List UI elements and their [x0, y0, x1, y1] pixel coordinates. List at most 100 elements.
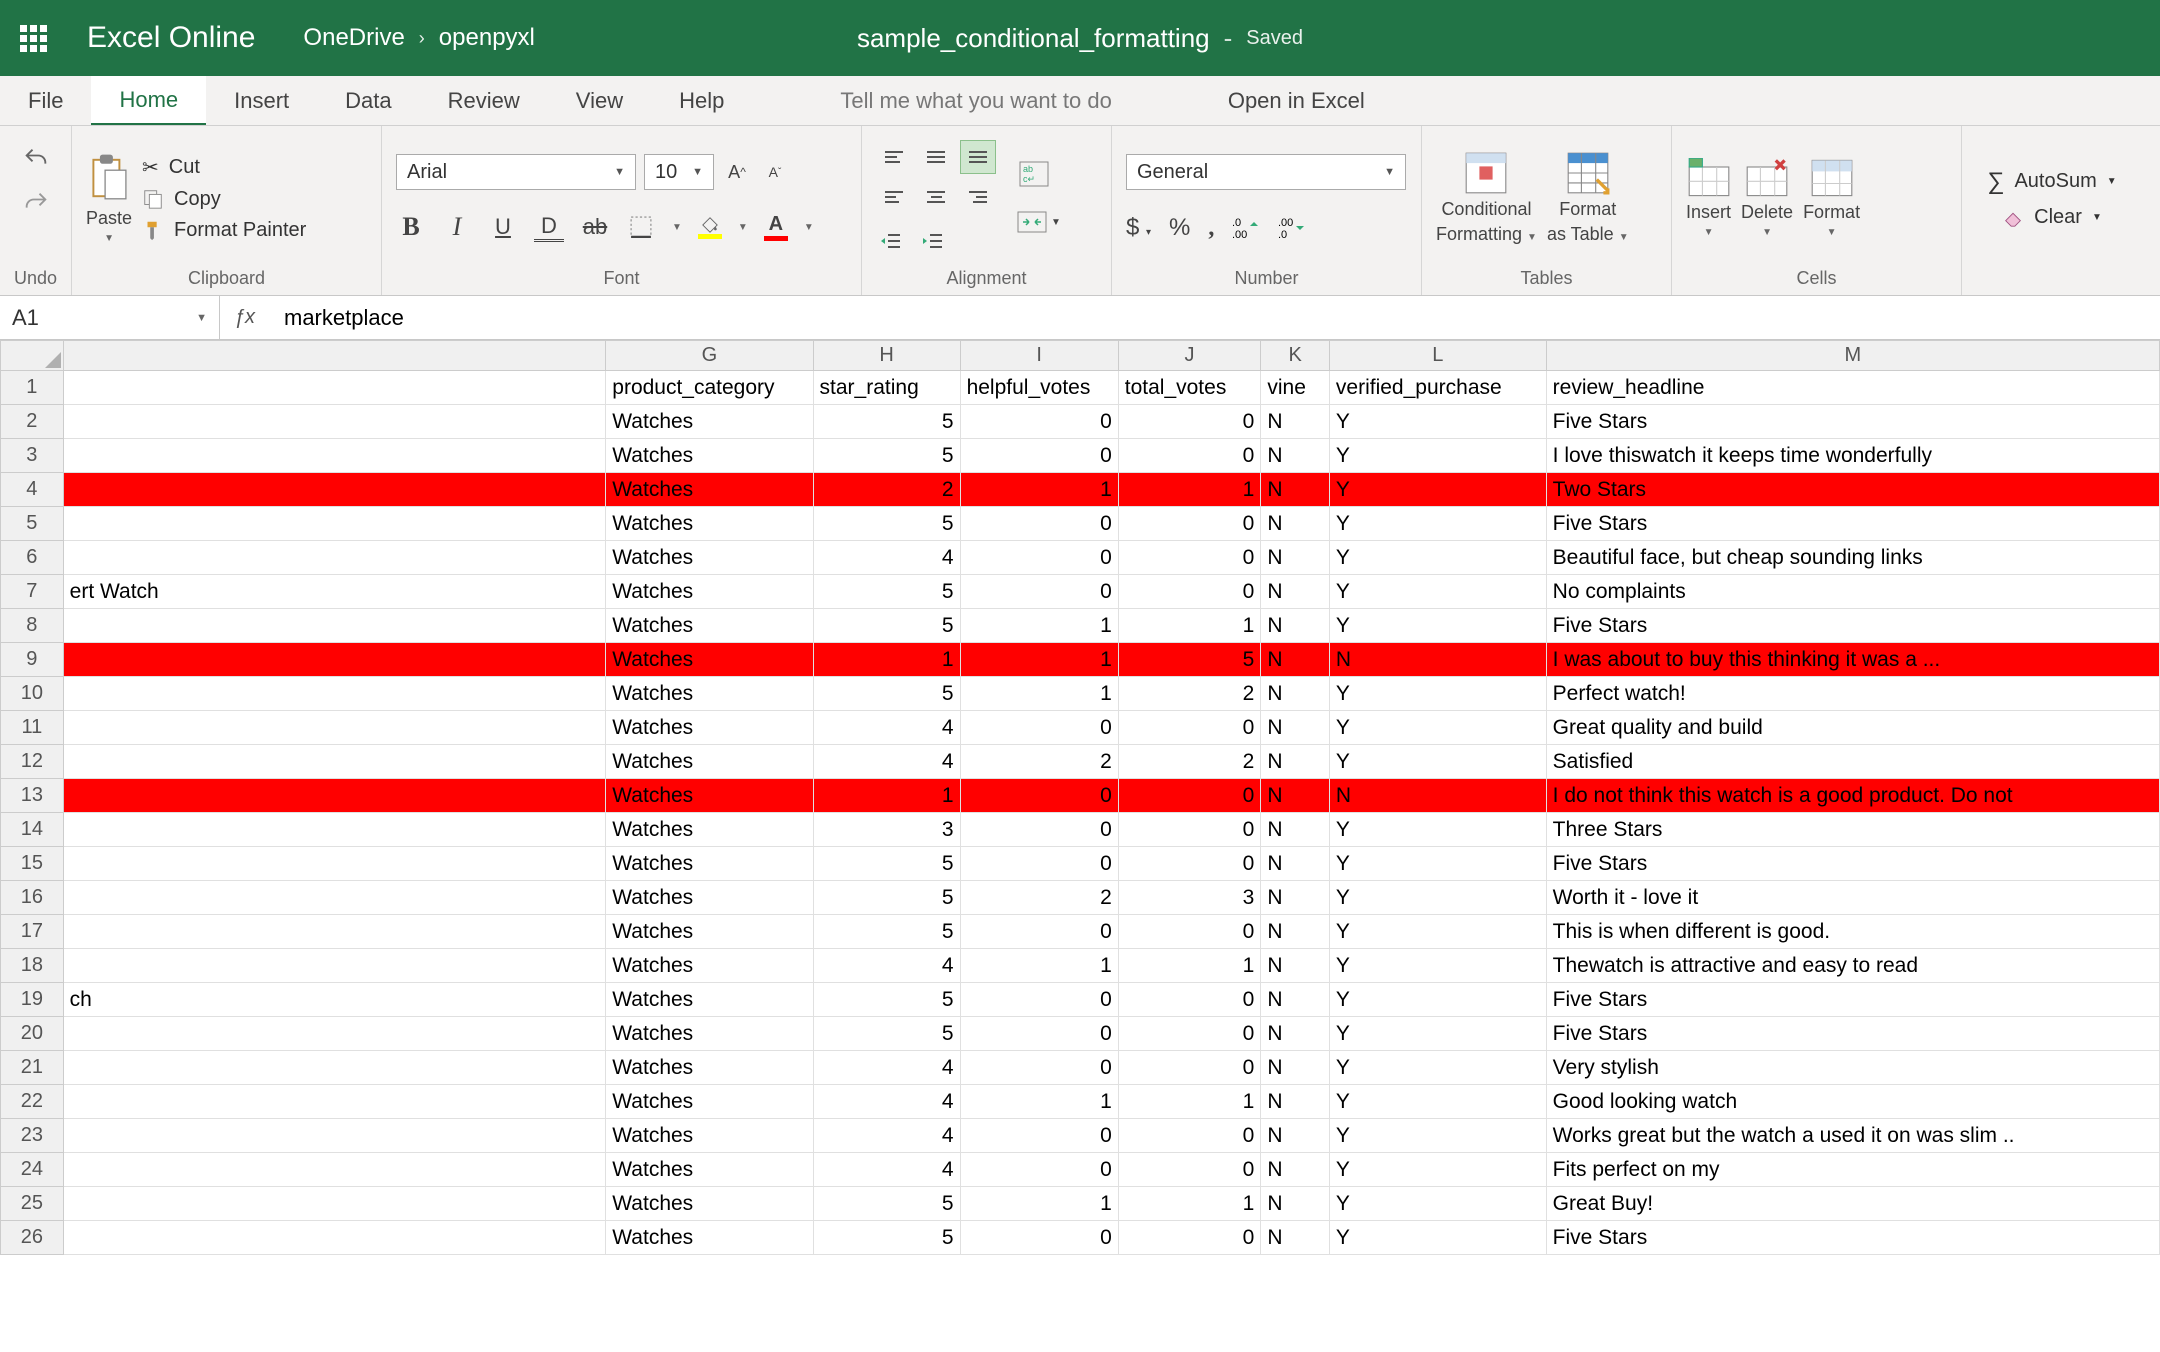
- cell[interactable]: 5: [1118, 643, 1261, 677]
- row-header[interactable]: 5: [1, 507, 64, 541]
- paste-button[interactable]: Paste ▼: [86, 152, 132, 244]
- cell[interactable]: [63, 1119, 606, 1153]
- cell[interactable]: Y: [1329, 405, 1546, 439]
- cell[interactable]: N: [1261, 1085, 1330, 1119]
- cell[interactable]: N: [1261, 949, 1330, 983]
- borders-button[interactable]: [626, 212, 656, 242]
- cell[interactable]: Y: [1329, 949, 1546, 983]
- cell[interactable]: N: [1261, 1153, 1330, 1187]
- cell[interactable]: 5: [813, 1221, 960, 1255]
- column-header[interactable]: J: [1118, 341, 1261, 371]
- cell[interactable]: Five Stars: [1546, 405, 2159, 439]
- cell[interactable]: Watches: [606, 949, 813, 983]
- cell[interactable]: N: [1261, 1221, 1330, 1255]
- strikethrough-button[interactable]: ab: [580, 212, 610, 242]
- cell[interactable]: Three Stars: [1546, 813, 2159, 847]
- cell[interactable]: [63, 915, 606, 949]
- cell[interactable]: helpful_votes: [960, 371, 1118, 405]
- cell[interactable]: [63, 847, 606, 881]
- cell[interactable]: N: [1261, 915, 1330, 949]
- cell[interactable]: N: [1261, 779, 1330, 813]
- cell[interactable]: [63, 1085, 606, 1119]
- format-cells-button[interactable]: Format ▼: [1803, 158, 1860, 238]
- decrease-decimal-button[interactable]: .00.0: [1278, 216, 1306, 240]
- cell[interactable]: 5: [813, 405, 960, 439]
- cell[interactable]: N: [1261, 1187, 1330, 1221]
- row-header[interactable]: 2: [1, 405, 64, 439]
- row-header[interactable]: 8: [1, 609, 64, 643]
- delete-cells-button[interactable]: Delete ▼: [1741, 158, 1793, 238]
- formula-input[interactable]: [270, 296, 2160, 339]
- cell[interactable]: Y: [1329, 1187, 1546, 1221]
- cell[interactable]: 2: [960, 881, 1118, 915]
- cell[interactable]: [63, 643, 606, 677]
- cell[interactable]: Good looking watch: [1546, 1085, 2159, 1119]
- cell[interactable]: 0: [1118, 813, 1261, 847]
- cell[interactable]: 1: [960, 473, 1118, 507]
- cell[interactable]: 0: [1118, 847, 1261, 881]
- cell[interactable]: 1: [960, 677, 1118, 711]
- align-left-button[interactable]: [876, 180, 912, 214]
- row-header[interactable]: 4: [1, 473, 64, 507]
- cell[interactable]: Y: [1329, 881, 1546, 915]
- cell[interactable]: Watches: [606, 745, 813, 779]
- select-all-corner[interactable]: [1, 341, 64, 371]
- cell[interactable]: 5: [813, 575, 960, 609]
- cell[interactable]: Five Stars: [1546, 507, 2159, 541]
- cell[interactable]: 0: [1118, 1051, 1261, 1085]
- cell[interactable]: 5: [813, 881, 960, 915]
- row-header[interactable]: 11: [1, 711, 64, 745]
- cell[interactable]: This is when different is good.: [1546, 915, 2159, 949]
- cell[interactable]: vine: [1261, 371, 1330, 405]
- cell[interactable]: 0: [960, 541, 1118, 575]
- cell[interactable]: 4: [813, 1085, 960, 1119]
- align-top-button[interactable]: [876, 140, 912, 174]
- cell[interactable]: N: [1261, 745, 1330, 779]
- column-header[interactable]: M: [1546, 341, 2159, 371]
- cell[interactable]: [63, 405, 606, 439]
- cell[interactable]: Works great but the watch a used it on w…: [1546, 1119, 2159, 1153]
- cell[interactable]: 0: [1118, 983, 1261, 1017]
- row-header[interactable]: 9: [1, 643, 64, 677]
- cell[interactable]: verified_purchase: [1329, 371, 1546, 405]
- cell[interactable]: Five Stars: [1546, 609, 2159, 643]
- wrap-text-button[interactable]: abc↵: [1014, 159, 1054, 189]
- row-header[interactable]: 1: [1, 371, 64, 405]
- cell[interactable]: Y: [1329, 745, 1546, 779]
- row-header[interactable]: 24: [1, 1153, 64, 1187]
- cell[interactable]: N: [1261, 983, 1330, 1017]
- cell[interactable]: 1: [1118, 949, 1261, 983]
- cell[interactable]: Watches: [606, 405, 813, 439]
- cell[interactable]: [63, 1187, 606, 1221]
- cell[interactable]: N: [1261, 1017, 1330, 1051]
- breadcrumb-folder[interactable]: openpyxl: [439, 24, 535, 52]
- cell[interactable]: N: [1261, 439, 1330, 473]
- cell[interactable]: Beautiful face, but cheap sounding links: [1546, 541, 2159, 575]
- cell[interactable]: 0: [1118, 1119, 1261, 1153]
- cell[interactable]: 2: [1118, 745, 1261, 779]
- cell[interactable]: 1: [960, 643, 1118, 677]
- cell[interactable]: Watches: [606, 983, 813, 1017]
- cell[interactable]: 1: [960, 949, 1118, 983]
- bold-button[interactable]: B: [396, 212, 426, 242]
- row-header[interactable]: 17: [1, 915, 64, 949]
- cell[interactable]: Watches: [606, 1187, 813, 1221]
- align-middle-button[interactable]: [918, 140, 954, 174]
- font-size-combo[interactable]: 10▼: [644, 154, 714, 190]
- increase-indent-button[interactable]: [918, 226, 948, 256]
- cell[interactable]: 0: [1118, 1153, 1261, 1187]
- cell[interactable]: [63, 1153, 606, 1187]
- cell[interactable]: Watches: [606, 1017, 813, 1051]
- cell[interactable]: 0: [960, 1017, 1118, 1051]
- cell[interactable]: [63, 507, 606, 541]
- font-name-combo[interactable]: Arial▼: [396, 154, 636, 190]
- row-header[interactable]: 12: [1, 745, 64, 779]
- row-header[interactable]: 7: [1, 575, 64, 609]
- cell[interactable]: 5: [813, 677, 960, 711]
- cell[interactable]: 0: [1118, 779, 1261, 813]
- cell[interactable]: [63, 1221, 606, 1255]
- cell[interactable]: 0: [1118, 915, 1261, 949]
- shrink-font-button[interactable]: Aˇ: [760, 157, 790, 187]
- accounting-format-button[interactable]: $ ▾: [1126, 214, 1151, 242]
- conditional-formatting-button[interactable]: Conditional Formatting ▼: [1436, 151, 1537, 245]
